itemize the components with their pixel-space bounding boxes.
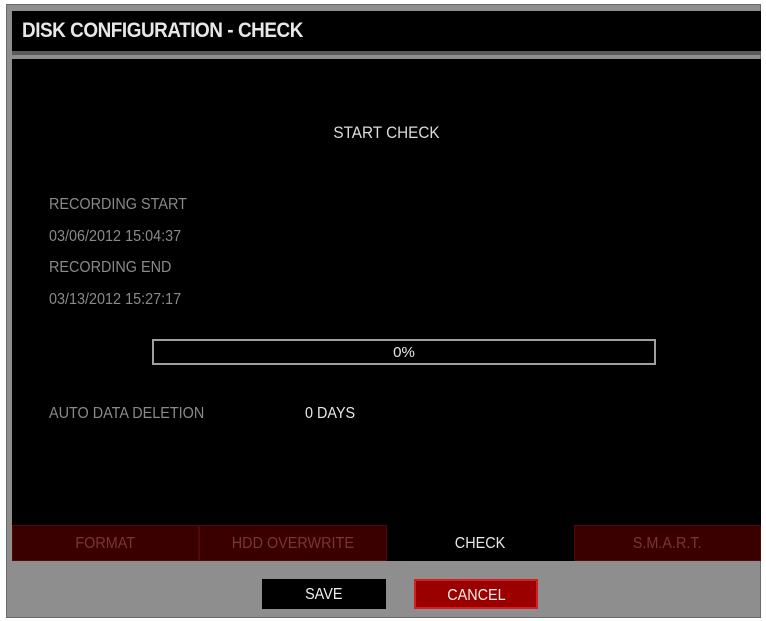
check-progress-bar: 0% <box>152 339 656 365</box>
tab-format[interactable]: FORMAT <box>12 525 200 561</box>
start-check-heading[interactable]: START CHECK <box>49 123 723 143</box>
save-button[interactable]: SAVE <box>262 579 386 609</box>
auto-data-deletion-value[interactable]: 0 DAYS <box>305 405 355 423</box>
auto-data-deletion-label: AUTO DATA DELETION <box>49 405 205 422</box>
tab-hdd-overwrite-label: HDD OVERWRITE <box>231 535 354 552</box>
recording-start-value: 03/06/2012 15:04:37 <box>49 228 182 245</box>
tab-check[interactable]: CHECK <box>386 525 574 561</box>
tab-hdd-overwrite[interactable]: HDD OVERWRITE <box>199 525 387 561</box>
tab-smart-label: S.M.A.R.T. <box>632 535 702 552</box>
recording-end-value: 03/13/2012 15:27:17 <box>49 291 182 308</box>
window-title: DISK CONFIGURATION - CHECK <box>22 19 303 42</box>
disk-config-tabs: FORMAT HDD OVERWRITE CHECK S.M.A.R.T. <box>12 525 761 561</box>
disk-configuration-window: DISK CONFIGURATION - CHECK START CHECK R… <box>6 4 761 618</box>
check-panel: START CHECK RECORDING START 03/06/2012 1… <box>12 59 761 535</box>
tab-smart[interactable]: S.M.A.R.T. <box>573 525 761 561</box>
tab-format-label: FORMAT <box>75 535 136 552</box>
tab-check-label: CHECK <box>454 535 506 552</box>
progress-percent: 0% <box>393 344 415 361</box>
recording-start-label: RECORDING START <box>49 196 187 213</box>
cancel-button[interactable]: CANCEL <box>414 579 538 609</box>
title-bar: DISK CONFIGURATION - CHECK <box>12 11 761 55</box>
save-button-label: SAVE <box>305 586 343 603</box>
recording-end-label: RECORDING END <box>49 259 172 276</box>
cancel-button-label: CANCEL <box>446 587 506 604</box>
